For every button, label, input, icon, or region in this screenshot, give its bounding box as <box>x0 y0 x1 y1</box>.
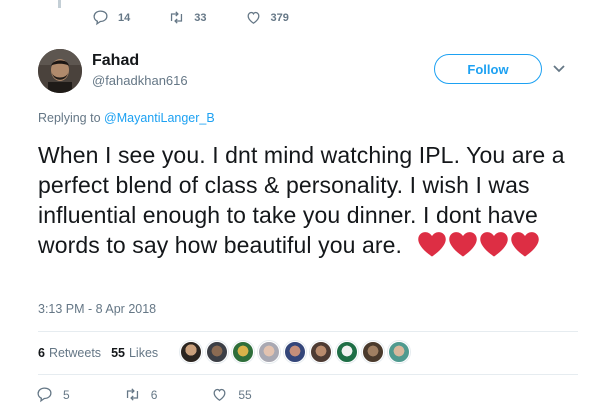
reply-icon <box>93 10 108 26</box>
heart-emoji-group <box>417 230 541 265</box>
reply-action[interactable]: 5 <box>36 386 70 403</box>
likes-label: Likes <box>128 346 159 360</box>
liker-avatar[interactable] <box>336 341 358 363</box>
chevron-down-icon[interactable] <box>552 64 566 74</box>
stats-divider-top <box>38 331 578 332</box>
replying-to: Replying to @MayantiLanger_B <box>38 111 215 125</box>
retweet-count: 6 <box>150 387 158 402</box>
red-heart-icon <box>510 232 539 257</box>
replying-to-prefix: Replying to <box>38 111 101 125</box>
liker-avatar[interactable] <box>284 341 306 363</box>
like-action[interactable]: 379 <box>245 9 289 26</box>
red-heart-icon <box>417 232 446 257</box>
tweet-timestamp[interactable]: 3:13 PM - 8 Apr 2018 <box>38 302 156 316</box>
retweet-count: 33 <box>194 11 207 24</box>
retweets-stat[interactable]: 6 Retweets <box>38 346 101 360</box>
reply-icon <box>37 387 52 403</box>
avatar-photo <box>38 49 82 93</box>
liker-avatar[interactable] <box>180 341 202 363</box>
liker-avatar[interactable] <box>258 341 280 363</box>
like-count: 55 <box>238 387 252 402</box>
thread-connector-line <box>58 0 61 8</box>
reply-count: 5 <box>63 387 70 402</box>
liker-avatar[interactable] <box>232 341 254 363</box>
retweet-action[interactable]: 6 <box>124 386 158 403</box>
red-heart-icon <box>479 232 508 257</box>
replying-to-mention-link[interactable]: @MayantiLanger_B <box>104 111 215 125</box>
like-heart-outline-icon <box>213 388 226 401</box>
tweet-stats: 6 Retweets 55 Likes <box>38 346 168 360</box>
liker-avatar[interactable] <box>362 341 384 363</box>
reply-count: 14 <box>118 11 131 24</box>
author-avatar[interactable] <box>38 49 82 93</box>
author-handle[interactable]: @fahadkhan616 <box>92 73 188 88</box>
author-name[interactable]: Fahad <box>92 52 139 70</box>
follow-button[interactable]: Follow <box>434 54 542 84</box>
tweet-text: When I see you. I dnt mind watching IPL.… <box>38 140 578 265</box>
retweet-action[interactable]: 33 <box>168 9 207 26</box>
tweet-actions: 5 6 55 <box>36 386 306 403</box>
liker-avatar[interactable] <box>388 341 410 363</box>
previous-tweet-actions: 14 33 379 <box>92 9 327 26</box>
liker-avatars <box>180 341 414 363</box>
retweet-icon <box>126 388 138 401</box>
retweet-icon <box>171 11 183 24</box>
retweets-label: Retweets <box>48 346 102 360</box>
stats-divider-bottom <box>38 374 578 375</box>
likes-count: 55 <box>111 346 125 360</box>
like-action[interactable]: 55 <box>211 386 252 403</box>
liker-avatar[interactable] <box>206 341 228 363</box>
like-count: 379 <box>270 11 289 24</box>
like-heart-outline-icon <box>247 11 259 24</box>
reply-action[interactable]: 14 <box>92 9 130 26</box>
liker-avatar[interactable] <box>310 341 332 363</box>
tweet-header: Fahad @fahadkhan616 Follow <box>38 48 578 100</box>
retweets-count: 6 <box>38 346 45 360</box>
red-heart-icon <box>448 232 477 257</box>
likes-stat[interactable]: 55 Likes <box>111 346 158 360</box>
